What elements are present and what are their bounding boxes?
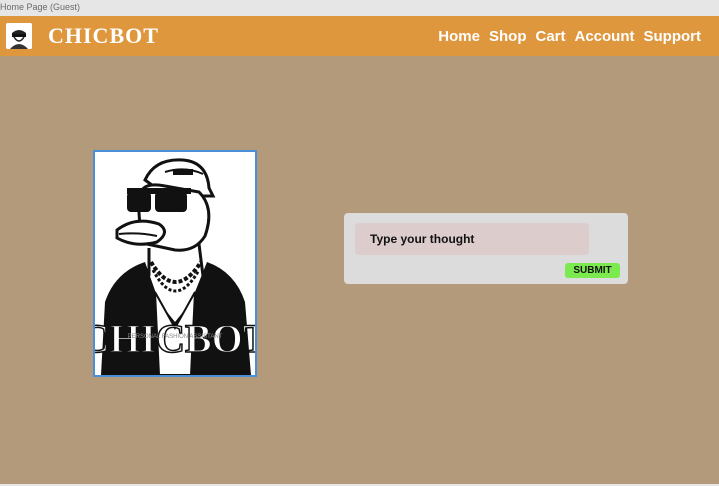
top-navigation-bar: CHICBOT Home Shop Cart Account Support: [0, 16, 719, 56]
thought-input[interactable]: [355, 223, 589, 255]
thought-input-panel: SUBMIT: [344, 213, 628, 284]
image-subtext: PERSONAL FASHION ASSISTANT: [128, 334, 223, 340]
nav-cart[interactable]: Cart: [535, 28, 565, 45]
submit-button[interactable]: SUBMIT: [565, 263, 620, 278]
nav-account[interactable]: Account: [575, 28, 635, 45]
brand-title[interactable]: CHICBOT: [48, 16, 159, 56]
mascot-image: CHICBOT PERSONAL FASHION ASSISTANT: [93, 150, 257, 377]
main-nav: Home Shop Cart Account Support: [438, 16, 701, 56]
window-title: Home Page (Guest): [0, 0, 719, 16]
duck-mascot-illustration: CHICBOT PERSONAL FASHION ASSISTANT: [95, 152, 255, 375]
nav-home[interactable]: Home: [438, 28, 480, 45]
nav-shop[interactable]: Shop: [489, 28, 527, 45]
nav-support[interactable]: Support: [644, 28, 702, 45]
logo-icon[interactable]: [6, 23, 32, 49]
